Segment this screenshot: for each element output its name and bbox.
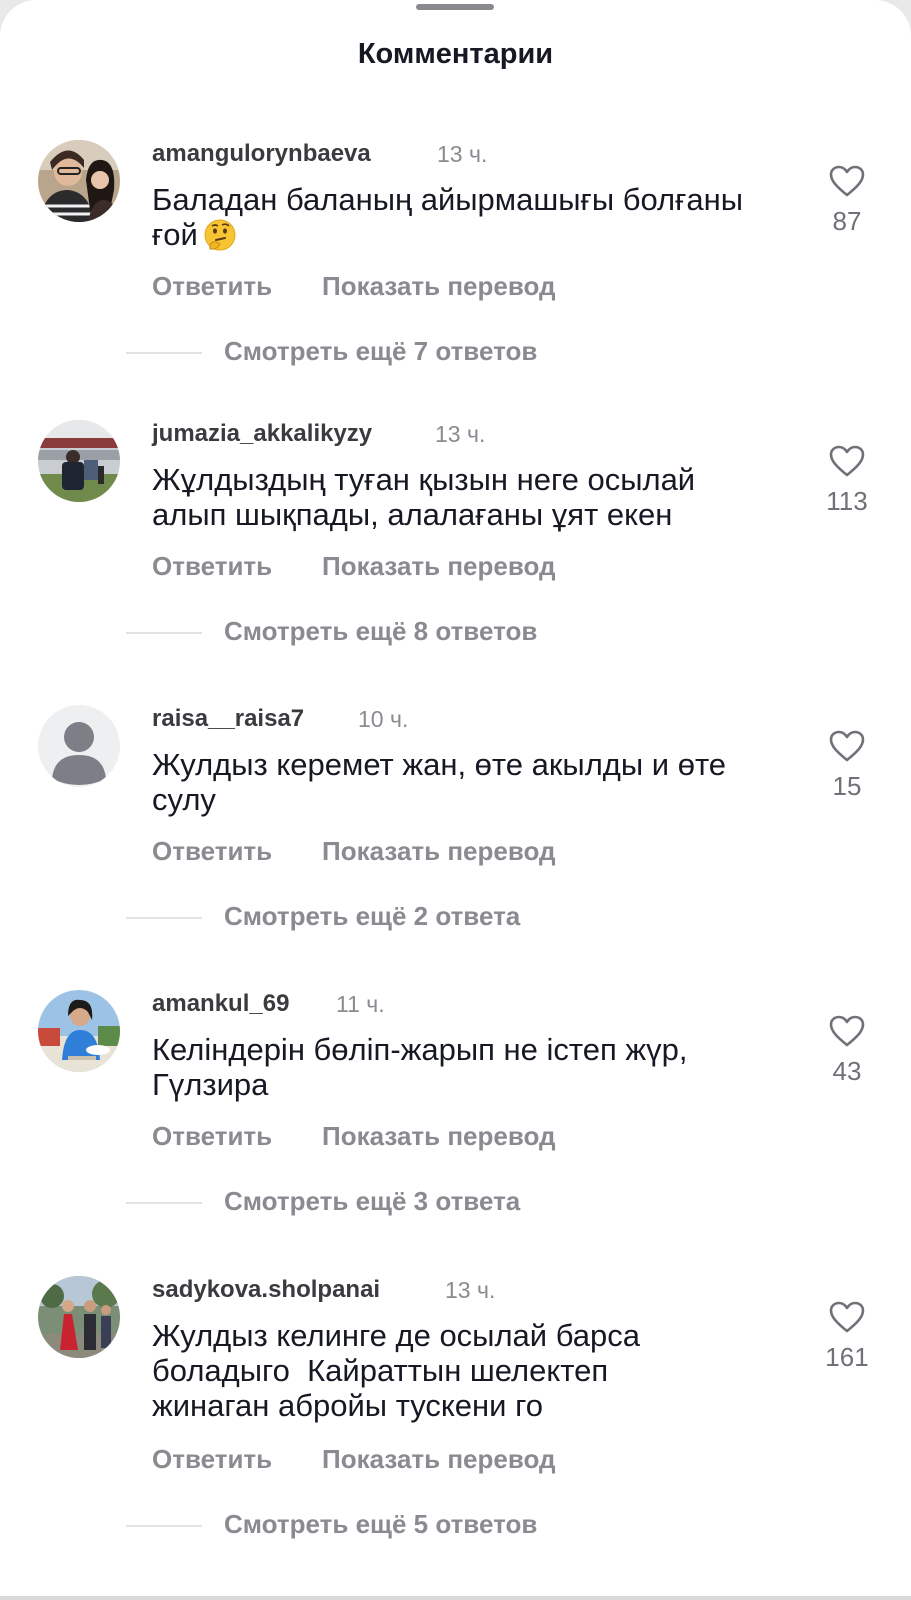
comment-item: jumazia_akkalikyzy 13 ч. Жұлдыздың туған… xyxy=(0,420,911,680)
like-button[interactable]: 87 xyxy=(812,165,882,237)
comment-timestamp: 13 ч. xyxy=(445,1277,496,1303)
comment-text: Келіндерін бөліп-жарып не істеп жүр, Гүл… xyxy=(152,1032,688,1102)
comment-text: Жұлдыздың туған қызын неге осылай алып ш… xyxy=(152,462,696,532)
show-translation-button[interactable]: Показать перевод xyxy=(322,1121,556,1151)
reply-button[interactable]: Ответить xyxy=(152,1444,322,1475)
view-more-replies-label: Смотреть ещё 2 ответа xyxy=(224,901,521,931)
like-count: 15 xyxy=(832,771,862,801)
comment-timestamp: 11 ч. xyxy=(336,991,385,1017)
bottom-divider xyxy=(0,1596,911,1600)
like-button[interactable]: 43 xyxy=(812,1015,882,1087)
view-more-replies-button[interactable]: Смотреть ещё 3 ответа xyxy=(126,1186,520,1217)
view-more-replies-button[interactable]: Смотреть ещё 5 ответов xyxy=(126,1509,537,1540)
comment-item: amangulorynbaeva 13 ч. Баладан баланың а… xyxy=(0,140,911,400)
avatar[interactable] xyxy=(38,140,120,222)
comment-username[interactable]: amangulorynbaeva xyxy=(152,140,371,168)
replies-divider xyxy=(126,1525,202,1528)
comment-item: sadykova.sholpanai 13 ч. Жулдыз келинге … xyxy=(0,1276,911,1539)
view-more-replies-label: Смотреть ещё 7 ответов xyxy=(224,336,538,366)
show-translation-button[interactable]: Показать перевод xyxy=(322,551,556,581)
heart-icon xyxy=(829,445,865,477)
like-count: 161 xyxy=(825,1342,869,1372)
heart-icon xyxy=(829,165,865,197)
replies-divider xyxy=(126,632,202,635)
comment-username[interactable]: sadykova.sholpanai xyxy=(152,1276,380,1304)
view-more-replies-label: Смотреть ещё 8 ответов xyxy=(224,616,538,646)
comment-item: raisa__raisa7 10 ч. Жулдыз керемет жан, … xyxy=(0,705,911,965)
show-translation-button[interactable]: Показать перевод xyxy=(322,1444,556,1474)
view-more-replies-button[interactable]: Смотреть ещё 8 ответов xyxy=(126,616,537,647)
avatar[interactable] xyxy=(38,705,120,787)
view-more-replies-button[interactable]: Смотреть ещё 2 ответа xyxy=(126,901,520,932)
avatar[interactable] xyxy=(38,420,120,502)
comment-actions: Ответить Показать перевод xyxy=(152,1121,556,1152)
comment-actions: Ответить Показать перевод xyxy=(152,551,556,582)
comment-timestamp: 13 ч. xyxy=(437,141,488,167)
reply-button[interactable]: Ответить xyxy=(152,1121,322,1152)
comment-timestamp: 13 ч. xyxy=(435,421,486,447)
comment-text: Жулдыз керемет жан, өте акылды и өте сул… xyxy=(152,747,727,817)
comment-username[interactable]: jumazia_akkalikyzy xyxy=(152,420,372,448)
comment-actions: Ответить Показать перевод xyxy=(152,271,556,302)
comments-sheet: Комментарии amangulorynbaeva 13 ч. Балад… xyxy=(0,0,911,1600)
heart-icon xyxy=(829,1015,865,1047)
replies-divider xyxy=(126,352,202,355)
like-button[interactable]: 161 xyxy=(812,1301,882,1373)
heart-icon xyxy=(829,1301,865,1333)
comment-text: Баладан баланың айырмашығы болғаны ғой xyxy=(152,182,772,252)
comment-username[interactable]: amankul_69 xyxy=(152,990,289,1018)
thinking-face-emoji-icon xyxy=(204,219,236,251)
comment-timestamp: 10 ч. xyxy=(358,706,409,732)
like-button[interactable]: 113 xyxy=(812,445,882,517)
heart-icon xyxy=(829,730,865,762)
like-count: 87 xyxy=(832,206,862,236)
view-more-replies-label: Смотреть ещё 5 ответов xyxy=(224,1509,538,1539)
comment-actions: Ответить Показать перевод xyxy=(152,1444,556,1475)
comment-text-content: Баладан баланың айырмашығы болғаны ғой xyxy=(152,182,744,252)
replies-divider xyxy=(126,917,202,920)
view-more-replies-button[interactable]: Смотреть ещё 7 ответов xyxy=(126,336,537,367)
sheet-title: Комментарии xyxy=(357,38,554,70)
reply-button[interactable]: Ответить xyxy=(152,836,322,867)
view-more-replies-label: Смотреть ещё 3 ответа xyxy=(224,1186,521,1216)
avatar[interactable] xyxy=(38,1276,120,1358)
like-button[interactable]: 15 xyxy=(812,730,882,802)
avatar[interactable] xyxy=(38,990,120,1072)
comment-item: amankul_69 11 ч. Келіндерін бөліп-жарып … xyxy=(0,990,911,1250)
reply-button[interactable]: Ответить xyxy=(152,551,322,582)
replies-divider xyxy=(126,1202,202,1205)
show-translation-button[interactable]: Показать перевод xyxy=(322,836,556,866)
reply-button[interactable]: Ответить xyxy=(152,271,322,302)
comment-username[interactable]: raisa__raisa7 xyxy=(152,705,304,733)
show-translation-button[interactable]: Показать перевод xyxy=(322,271,556,301)
comment-text: Жулдыз келинге де осылай барса боладыго … xyxy=(152,1318,649,1423)
comment-actions: Ответить Показать перевод xyxy=(152,836,556,867)
like-count: 113 xyxy=(826,486,868,516)
like-count: 43 xyxy=(832,1056,862,1086)
sheet-grabber-handle[interactable] xyxy=(416,4,494,10)
